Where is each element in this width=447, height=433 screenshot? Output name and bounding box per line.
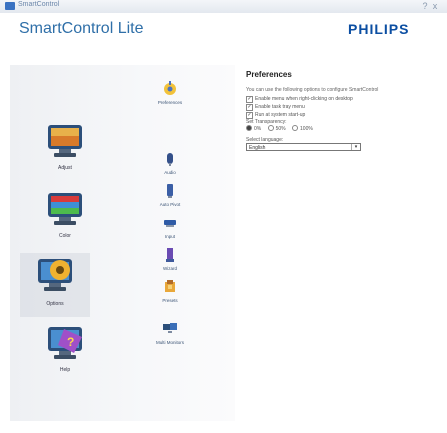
app-title: SmartControl Lite (19, 20, 144, 37)
option-run-at-startup[interactable]: ✓ Run at system start-up (246, 111, 436, 119)
wizard-icon (166, 248, 174, 262)
checkbox-checked-icon[interactable]: ✓ (246, 96, 253, 103)
auto-pivot-icon (167, 184, 173, 198)
nav-item-help[interactable]: ? Help (30, 323, 100, 383)
transparency-radio-group: 0% 50% 100% (246, 124, 436, 133)
panel-description: You can use the following options to con… (246, 87, 379, 93)
checkbox-checked-icon[interactable]: ✓ (246, 104, 253, 111)
input-icon (164, 220, 176, 227)
app-icon (5, 2, 15, 10)
subnav-item-label: Preferences (157, 100, 183, 105)
nav-item-color[interactable]: Color (30, 189, 100, 249)
monitor-adjust-icon (48, 125, 82, 157)
radio-transparency-0[interactable]: 0% (246, 124, 262, 133)
window-title: SmartControl (18, 1, 60, 8)
radio-icon (292, 124, 299, 131)
radio-transparency-50[interactable]: 50% (267, 124, 286, 133)
language-value: English (249, 145, 266, 151)
preferences-panel: Preferences You can use the following op… (246, 70, 436, 151)
nav-item-label: Adjust (58, 165, 72, 171)
monitor-help-icon: ? (48, 327, 82, 359)
subnav-item-multi-monitors[interactable]: Multi Monitors (142, 321, 198, 357)
option-enable-right-click-menu[interactable]: ✓ Enable menu when right-clicking on des… (246, 95, 436, 103)
preferences-icon (164, 81, 176, 95)
subnav-item-preferences[interactable]: Preferences (142, 81, 198, 117)
nav-item-label: Color (59, 233, 71, 239)
nav-item-label: Help (59, 367, 71, 373)
panel-title: Preferences (246, 70, 292, 79)
subnav-item-label: Auto Pivot (159, 202, 181, 207)
option-enable-task-tray-menu[interactable]: ✓ Enable task tray menu (246, 103, 436, 111)
subnav-item-input[interactable]: Input (142, 215, 198, 251)
subnav-item-label: Multi Monitors (155, 340, 184, 345)
subnav-item-label: Audio (164, 170, 176, 175)
help-button[interactable]: ? (420, 0, 430, 12)
presets-icon (165, 280, 175, 292)
navigation-pane: Adjust Color Options ? Help Preferences … (10, 65, 235, 421)
nav-item-options[interactable]: Options (20, 253, 90, 317)
svg-text:?: ? (67, 335, 74, 349)
radio-transparency-100[interactable]: 100% (292, 124, 313, 133)
smartcontrol-window: SmartControl ? x SmartControl Lite PHILI… (0, 0, 447, 433)
monitor-color-icon (48, 193, 82, 225)
header: SmartControl Lite PHILIPS (0, 13, 447, 65)
subnav-item-audio[interactable]: Audio (142, 151, 198, 187)
option-label: Enable menu when right-clicking on deskt… (255, 96, 353, 102)
close-button[interactable]: x (430, 0, 440, 12)
checkbox-checked-icon[interactable]: ✓ (246, 112, 253, 119)
subnav-item-wizard[interactable]: Wizard (142, 247, 198, 283)
option-label: Run at system start-up (255, 112, 306, 118)
chevron-down-icon[interactable]: ▾ (351, 144, 360, 150)
radio-label: 50% (275, 126, 286, 132)
option-label: Enable task tray menu (255, 104, 305, 110)
nav-item-label: Options (46, 301, 64, 307)
title-bar: SmartControl ? x (0, 0, 447, 14)
brand-logo: PHILIPS (348, 21, 410, 37)
radio-selected-icon (246, 124, 252, 131)
audio-icon (167, 153, 173, 166)
radio-label: 100% (300, 126, 313, 132)
multi-monitors-icon (163, 323, 177, 333)
subnav-item-auto-pivot[interactable]: Auto Pivot (142, 183, 198, 219)
radio-icon (267, 124, 274, 131)
subnav-item-presets[interactable]: Presets (142, 279, 198, 315)
language-select[interactable]: English ▾ (246, 143, 361, 151)
monitor-options-icon (38, 259, 72, 291)
subnav-item-label: Presets (162, 298, 178, 303)
radio-label: 0% (254, 126, 262, 132)
nav-item-adjust[interactable]: Adjust (30, 121, 100, 181)
subnav-item-label: Wizard (162, 266, 177, 271)
subnav-item-label: Input (164, 234, 175, 239)
